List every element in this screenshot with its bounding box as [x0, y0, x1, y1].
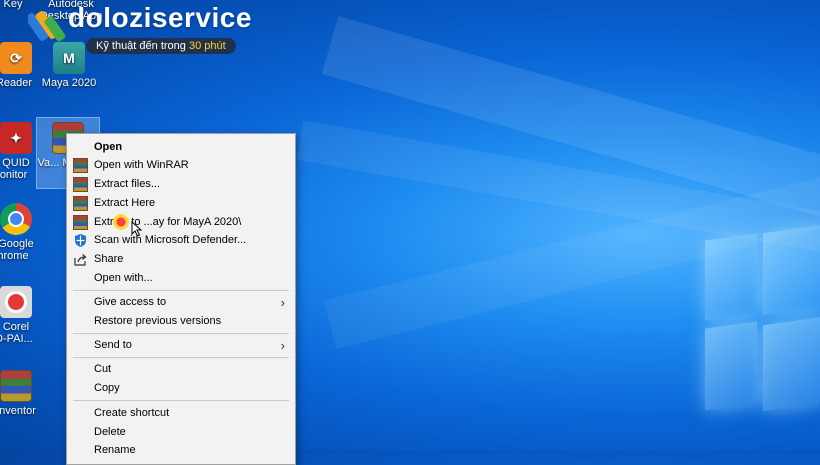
desktop-icon-quid-monitor[interactable]: ✦ QUID Monitor: [0, 122, 40, 181]
monitor-app-icon: ✦: [0, 122, 32, 154]
menu-item-open-with[interactable]: Open with...: [67, 269, 295, 288]
desktop-icon-label: Maya 2020: [41, 77, 97, 89]
desktop-icon-label: Reader: [0, 77, 33, 89]
menu-separator: [73, 290, 289, 291]
menu-item-copy[interactable]: Copy: [67, 379, 295, 398]
winrar-icon: [73, 177, 88, 192]
chevron-right-icon: ›: [280, 338, 285, 353]
desktop-icon-label: QUID Monitor: [0, 157, 30, 181]
cursor-highlight: [113, 214, 129, 230]
desktop-icon-label: Corel ...O-PAI...: [0, 321, 33, 345]
menu-item-share[interactable]: Share: [67, 250, 295, 269]
desktop-icon-inventor[interactable]: Inventor: [0, 370, 40, 417]
mouse-cursor-icon: [131, 221, 143, 237]
desktop-icon-label: Inventor: [0, 405, 36, 417]
desktop-icon-corel[interactable]: Corel ...O-PAI...: [0, 286, 40, 345]
desktop-icon-label: Google Chrome: [0, 238, 34, 262]
menu-item-rename[interactable]: Rename: [67, 441, 295, 460]
menu-item-delete[interactable]: Delete: [67, 423, 295, 442]
doloziservice-logo-icon: [28, 11, 66, 42]
menu-item-extract-files[interactable]: Extract files...: [67, 175, 295, 194]
menu-item-scan-defender[interactable]: Scan with Microsoft Defender...: [67, 231, 295, 250]
menu-item-open[interactable]: Open: [67, 138, 295, 157]
desktop-icon-reader[interactable]: ⟳ Reader: [0, 42, 40, 89]
menu-item-extract-to-folder[interactable]: Extract to ...ay for MayA 2020\: [67, 213, 295, 232]
share-icon: [74, 254, 87, 266]
menu-separator: [73, 357, 289, 358]
menu-item-restore-versions[interactable]: Restore previous versions: [67, 312, 295, 331]
winrar-icon: [73, 158, 88, 173]
winrar-icon: [73, 215, 88, 230]
pdf-reader-icon: ⟳: [0, 42, 32, 74]
windows-logo-wallpaper: [705, 224, 820, 425]
chrome-icon: [0, 203, 32, 235]
menu-separator: [73, 400, 289, 401]
inventor-icon: [0, 370, 32, 402]
defender-shield-icon: [75, 234, 86, 247]
tagline-text: Kỹ thuật đến trong: [96, 40, 189, 52]
menu-item-create-shortcut[interactable]: Create shortcut: [67, 404, 295, 423]
chevron-right-icon: ›: [280, 295, 285, 310]
watermark-tagline: Kỹ thuật đến trong 30 phút: [86, 38, 236, 54]
context-menu: Open Open with WinRAR Extract files... E…: [66, 133, 296, 465]
menu-item-extract-here[interactable]: Extract Here: [67, 194, 295, 213]
corel-icon: [0, 286, 32, 318]
tagline-highlight: 30 phút: [188, 40, 226, 52]
menu-item-open-with-winrar[interactable]: Open with WinRAR: [67, 156, 295, 175]
maya-icon: M: [53, 42, 85, 74]
winrar-icon: [73, 196, 88, 211]
menu-item-send-to[interactable]: Send to ›: [67, 336, 295, 355]
menu-item-give-access[interactable]: Give access to ›: [67, 293, 295, 312]
desktop-icon-label: Key: [3, 0, 23, 10]
menu-item-cut[interactable]: Cut: [67, 360, 295, 379]
menu-separator: [73, 333, 289, 334]
desktop-icon-chrome[interactable]: Google Chrome: [0, 203, 40, 262]
watermark-brand: doloziservice: [68, 2, 252, 33]
